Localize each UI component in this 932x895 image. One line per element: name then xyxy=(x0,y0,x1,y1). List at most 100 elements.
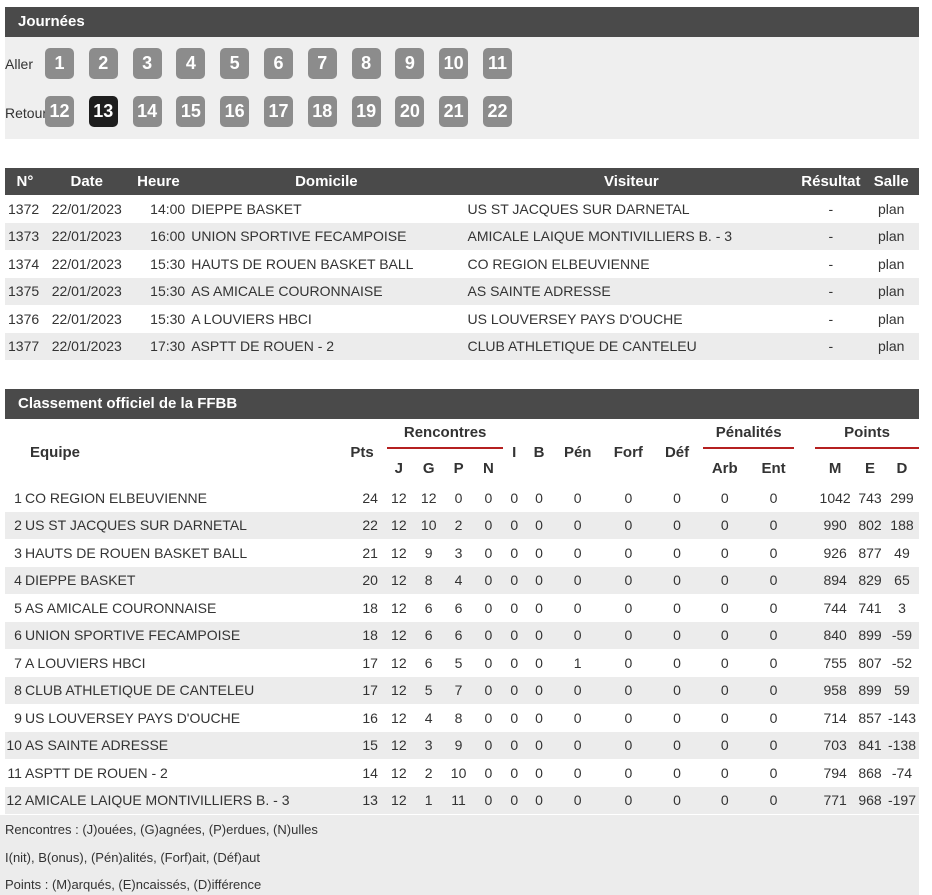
day-button-12[interactable]: 12 xyxy=(45,96,74,127)
ranking-b: 0 xyxy=(525,704,553,732)
match-num: 1373 xyxy=(5,222,45,250)
ranking-pen: 0 xyxy=(552,484,603,512)
ranking-def: 0 xyxy=(654,566,700,594)
ranking-team: ASPTT DE ROUEN - 2 xyxy=(22,759,341,787)
col-d: D xyxy=(896,459,908,477)
col-b: B xyxy=(533,443,545,461)
day-button-20[interactable]: 20 xyxy=(395,96,425,127)
ranking-p: 8 xyxy=(443,704,474,732)
ranking-forf: 0 xyxy=(602,759,655,787)
match-salle[interactable]: plan xyxy=(863,277,919,305)
ranking-arb: 0 xyxy=(699,621,750,649)
day-button-16[interactable]: 16 xyxy=(220,96,250,127)
col-visiteur: Visiteur xyxy=(464,168,799,195)
day-button-8[interactable]: 8 xyxy=(351,48,381,79)
ranking-p: 11 xyxy=(443,786,474,814)
ranking-n: 0 xyxy=(473,621,504,649)
match-salle[interactable]: plan xyxy=(863,305,919,333)
ranking-def: 0 xyxy=(654,649,700,677)
day-button-2[interactable]: 2 xyxy=(88,48,118,79)
ranking-p: 2 xyxy=(443,511,474,539)
ranking-p: 9 xyxy=(443,731,474,759)
legend-points: Points : (M)arqués, (E)ncaissés, (D)iffé… xyxy=(5,877,262,892)
ranking-j: 12 xyxy=(383,649,414,677)
match-salle[interactable]: plan xyxy=(863,195,919,223)
match-salle[interactable]: plan xyxy=(863,332,919,360)
ranking-d: 65 xyxy=(884,566,919,594)
ranking-def: 0 xyxy=(654,676,700,704)
match-date: 22/01/2023 xyxy=(44,222,129,250)
match-domicile: HAUTS DE ROUEN BASKET BALL xyxy=(188,250,465,278)
match-salle[interactable]: plan xyxy=(863,250,919,278)
col-domicile: Domicile xyxy=(188,168,465,195)
col-e: E xyxy=(864,459,875,477)
match-date: 22/01/2023 xyxy=(44,305,129,333)
ranking-b: 0 xyxy=(525,621,553,649)
day-button-18[interactable]: 18 xyxy=(307,96,337,127)
match-num: 1376 xyxy=(5,305,45,333)
ranking-forf: 0 xyxy=(602,511,655,539)
ranking-g: 4 xyxy=(413,704,444,732)
day-button-4[interactable]: 4 xyxy=(176,48,206,79)
ranking-b: 0 xyxy=(525,566,553,594)
ranking-pts: 21 xyxy=(340,539,384,567)
ranking-arb: 0 xyxy=(699,484,750,512)
ranking-e: 877 xyxy=(855,539,885,567)
ranking-arb: 0 xyxy=(699,594,750,622)
day-button-22[interactable]: 22 xyxy=(483,96,512,127)
ranking-row: 8 CLUB ATHLETIQUE DE CANTELEU 17 12 5 7 0 0 0 0 0 0… xyxy=(5,676,919,704)
col-resultat: Résultat xyxy=(798,168,864,195)
day-button-6[interactable]: 6 xyxy=(264,48,293,79)
day-button-21[interactable]: 21 xyxy=(439,96,469,127)
ranking-e: 868 xyxy=(855,759,885,787)
match-heure: 15:30 xyxy=(128,250,189,278)
day-button-1[interactable]: 1 xyxy=(45,48,74,79)
day-button-7[interactable]: 7 xyxy=(307,48,337,79)
ranking-pen: 0 xyxy=(552,731,603,759)
day-button-9[interactable]: 9 xyxy=(395,48,425,79)
day-button-3[interactable]: 3 xyxy=(132,48,162,79)
match-date: 22/01/2023 xyxy=(44,332,129,360)
day-button-10[interactable]: 10 xyxy=(439,48,469,79)
ranking-b: 0 xyxy=(525,511,553,539)
col-def: Déf xyxy=(664,443,690,461)
col-n: N xyxy=(483,459,494,477)
day-button-15[interactable]: 15 xyxy=(176,96,206,127)
ranking-g: 10 xyxy=(413,511,444,539)
ranking-e: 741 xyxy=(855,594,885,622)
ranking-b: 0 xyxy=(525,539,553,567)
ranking-pen: 0 xyxy=(552,566,603,594)
ranking-d: 3 xyxy=(884,594,919,622)
ranking-e: 899 xyxy=(855,621,885,649)
ranking-team: HAUTS DE ROUEN BASKET BALL xyxy=(22,539,341,567)
ranking-n: 0 xyxy=(473,704,504,732)
ranking-d: -52 xyxy=(884,649,919,677)
ranking-rank: 11 xyxy=(5,759,23,787)
match-salle[interactable]: plan xyxy=(863,222,919,250)
ranking-ent: 0 xyxy=(749,759,798,787)
day-button-13[interactable]: 13 xyxy=(88,96,118,127)
day-button-19[interactable]: 19 xyxy=(351,96,381,127)
ranking-team: AS SAINTE ADRESSE xyxy=(22,731,341,759)
match-row: 1372 22/01/2023 14:00 DIEPPE BASKET US ST JA… xyxy=(5,195,919,223)
ranking-d: -74 xyxy=(884,759,919,787)
ranking-n: 0 xyxy=(473,594,504,622)
ranking-row: 5 AS AMICALE COURONNAISE 18 12 6 6 0 0 0 0 0 0 0 0 744… xyxy=(5,594,919,622)
ranking-p: 0 xyxy=(443,484,474,512)
day-button-5[interactable]: 5 xyxy=(220,48,250,79)
match-heure: 16:00 xyxy=(128,222,189,250)
ranking-forf: 0 xyxy=(602,731,655,759)
ranking-pts: 17 xyxy=(340,649,384,677)
col-p: P xyxy=(453,459,464,477)
points-label: Points xyxy=(815,424,919,449)
day-button-14[interactable]: 14 xyxy=(132,96,162,127)
match-domicile: AS AMICALE COURONNAISE xyxy=(188,277,465,305)
match-resultat: - xyxy=(798,277,864,305)
ranking-pts: 17 xyxy=(340,676,384,704)
ranking-arb: 0 xyxy=(699,649,750,677)
day-button-11[interactable]: 11 xyxy=(483,48,512,79)
day-button-17[interactable]: 17 xyxy=(264,96,293,127)
ranking-d: -143 xyxy=(884,704,919,732)
ranking-rank: 2 xyxy=(5,511,23,539)
ranking-p: 6 xyxy=(443,594,474,622)
